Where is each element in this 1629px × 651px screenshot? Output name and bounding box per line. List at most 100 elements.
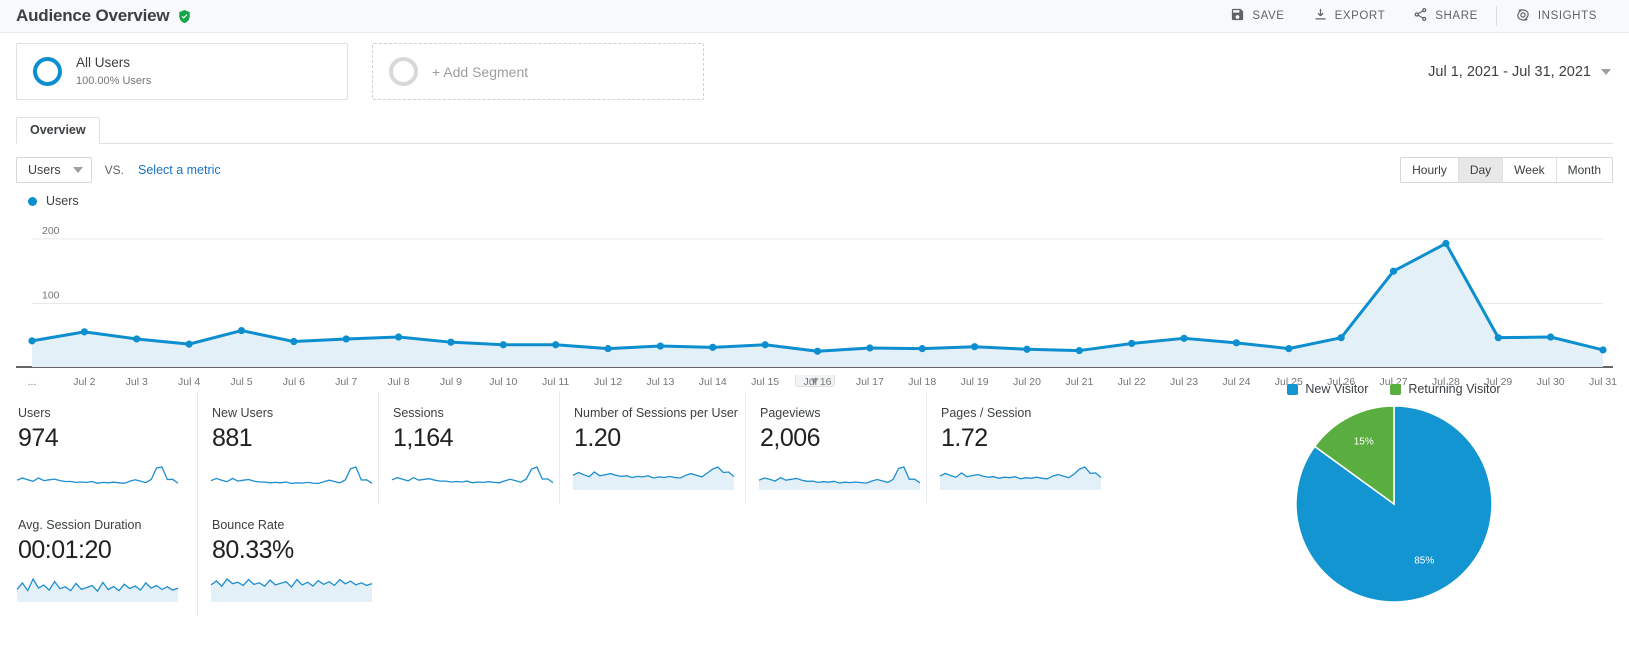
x-axis-label: Jul 9 <box>439 376 463 388</box>
share-nodes-icon <box>1413 7 1428 25</box>
tab-bar: Overview <box>16 117 1613 144</box>
date-range-picker[interactable]: Jul 1, 2021 - Jul 31, 2021 <box>1428 64 1613 80</box>
sparkline <box>758 463 926 494</box>
sparkline <box>16 463 197 494</box>
metric-value: 1,164 <box>393 424 454 452</box>
tab-overview[interactable]: Overview <box>16 117 100 144</box>
add-segment-button[interactable]: + Add Segment <box>372 43 704 100</box>
sparkline <box>391 463 559 494</box>
segment-ring-icon <box>33 57 62 86</box>
metric-selector-row: Users VS. Select a metric Hourly Day Wee… <box>0 144 1629 184</box>
x-axis-label: Jul 5 <box>230 376 253 388</box>
granularity-day[interactable]: Day <box>1458 158 1504 182</box>
metric-value: 80.33% <box>212 536 294 564</box>
insights-button[interactable]: INSIGHTS <box>1501 0 1611 33</box>
export-download-icon <box>1313 7 1328 25</box>
x-axis-label: Jul 23 <box>1170 376 1199 388</box>
metric-value: 974 <box>18 424 59 452</box>
metric-cards-section: Users 974 New Users 881 Sessions 1,164 N… <box>0 382 1629 616</box>
sparkline <box>210 575 378 606</box>
x-axis-label: Jul 15 <box>751 376 780 388</box>
primary-metric-dropdown[interactable]: Users <box>16 157 92 183</box>
metric-label: New Users <box>212 406 274 420</box>
x-axis-label: Jul 11 <box>542 376 570 388</box>
header-toolbar: SAVE EXPORT SHARE INSIGHTS <box>1216 0 1611 33</box>
date-range-value: Jul 1, 2021 - Jul 31, 2021 <box>1428 63 1591 80</box>
metric-label: Bounce Rate <box>212 518 285 532</box>
export-button[interactable]: EXPORT <box>1299 0 1400 33</box>
x-axis-label: Jul 19 <box>960 376 989 388</box>
metric-label: Pageviews <box>760 406 821 420</box>
visitor-type-pie-chart[interactable]: 85% 15% <box>1229 404 1559 604</box>
metric-label: Pages / Session <box>941 406 1032 420</box>
metric-card-bounce-rate[interactable]: Bounce Rate 80.33% <box>197 504 378 616</box>
chevron-down-icon <box>1601 68 1611 75</box>
metric-value: 1.20 <box>574 424 621 452</box>
metric-card-avg-session-duration[interactable]: Avg. Session Duration 00:01:20 <box>16 504 197 616</box>
metric-card-pages-per-session[interactable]: Pages / Session 1.72 <box>926 392 1107 504</box>
granularity-month[interactable]: Month <box>1556 158 1612 182</box>
metric-label: Avg. Session Duration <box>18 518 142 532</box>
x-axis-label: Jul 13 <box>646 376 675 388</box>
x-axis-label: Jul 6 <box>282 376 305 388</box>
metric-card-sessions[interactable]: Sessions 1,164 <box>378 392 559 504</box>
metric-card-pageviews[interactable]: Pageviews 2,006 <box>745 392 926 504</box>
insights-label: INSIGHTS <box>1537 10 1597 22</box>
sparkline <box>16 575 197 606</box>
chevron-down-icon <box>72 167 83 173</box>
x-axis-label: Jul 12 <box>594 376 623 388</box>
sparkline <box>210 463 378 494</box>
svg-text:15%: 15% <box>1354 437 1374 448</box>
save-label: SAVE <box>1252 10 1285 22</box>
users-line-chart[interactable]: 100 200 <box>16 216 1613 376</box>
metric-label: Users <box>18 406 51 420</box>
x-axis-label: Jul 7 <box>335 376 358 388</box>
metric-card-new-users[interactable]: New Users 881 <box>197 392 378 504</box>
segment-name: All Users <box>76 55 131 71</box>
svg-text:200: 200 <box>42 225 60 237</box>
sparkline <box>572 463 745 494</box>
save-floppy-icon <box>1230 7 1245 25</box>
segment-subtitle: 100.00% Users <box>76 74 152 87</box>
x-axis-label: Jul 3 <box>125 376 148 388</box>
pie-swatch-returning-visitor <box>1390 383 1402 395</box>
share-label: SHARE <box>1435 10 1478 22</box>
metric-value: 2,006 <box>760 424 821 452</box>
pie-legend-item-new-visitor[interactable]: New Visitor <box>1287 382 1368 396</box>
select-a-metric-link[interactable]: Select a metric <box>138 163 221 177</box>
x-axis-label: Jul 4 <box>178 376 201 388</box>
granularity-hourly[interactable]: Hourly <box>1401 158 1459 182</box>
metric-card-sessions-per-user[interactable]: Number of Sessions per User 1.20 <box>559 392 745 504</box>
metric-label: Sessions <box>393 406 444 420</box>
page-header: Audience Overview SAVE EXPORT SHARE INSI… <box>0 0 1629 33</box>
x-axis-label: Jul 20 <box>1012 376 1041 388</box>
add-segment-ring-icon <box>389 57 418 86</box>
toolbar-divider <box>1495 6 1497 26</box>
metric-value: 881 <box>212 424 253 452</box>
granularity-toggle-group: Hourly Day Week Month <box>1400 157 1613 183</box>
granularity-week[interactable]: Week <box>1503 158 1557 182</box>
add-segment-label: + Add Segment <box>432 63 529 80</box>
legend-label-users: Users <box>46 194 79 208</box>
pie-legend-item-returning-visitor[interactable]: Returning Visitor <box>1390 382 1501 396</box>
primary-metric-value: Users <box>28 163 61 177</box>
x-axis-label: Jul 17 <box>855 376 884 388</box>
pie-legend-label: New Visitor <box>1305 382 1369 396</box>
svg-text:85%: 85% <box>1414 555 1434 566</box>
x-axis-label: Jul 21 <box>1065 376 1094 388</box>
sparkline <box>939 463 1107 494</box>
metric-card-users[interactable]: Users 974 <box>16 392 197 504</box>
x-axis-label: Jul 10 <box>489 376 518 388</box>
insights-icon <box>1515 7 1531 26</box>
verified-shield-icon <box>177 9 192 24</box>
pie-legend-label: Returning Visitor <box>1408 382 1501 396</box>
export-label: EXPORT <box>1334 10 1386 22</box>
save-button[interactable]: SAVE <box>1216 0 1298 33</box>
segment-all-users[interactable]: All Users 100.00% Users <box>16 43 348 100</box>
pie-legend: New Visitor Returning Visitor <box>1229 382 1559 396</box>
share-button[interactable]: SHARE <box>1399 0 1492 33</box>
visitor-type-pie-section: New Visitor Returning Visitor 85% 15% <box>1229 382 1559 607</box>
x-axis-label: Jul 16 <box>803 376 832 388</box>
metric-label: Number of Sessions per User <box>574 406 738 420</box>
x-axis-label: Jul 31 <box>1588 376 1618 388</box>
